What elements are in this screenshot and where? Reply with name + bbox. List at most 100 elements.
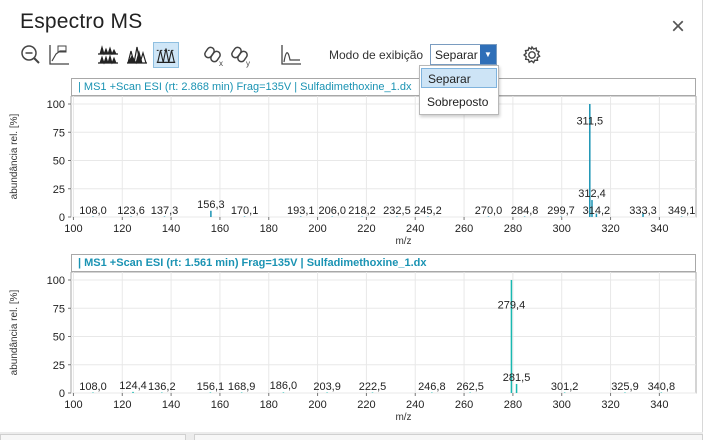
x-tick-label: 180 <box>260 223 278 235</box>
zoom-out-button[interactable] <box>18 42 44 68</box>
x-tick-label: 280 <box>504 223 522 235</box>
y-tick-label: 25 <box>53 184 65 196</box>
spectrum-2-title: | MS1 +Scan ESI (rt: 1.561 min) Frag=135… <box>71 254 696 272</box>
x-tick-label: 320 <box>601 223 619 235</box>
peak-label: 301,2 <box>551 381 579 393</box>
y-tick-label: 100 <box>47 275 65 287</box>
bottom-panel-left <box>0 434 186 440</box>
peak-label: 349,1 <box>668 205 696 217</box>
chevron-down-icon: ▼ <box>480 45 496 64</box>
x-tick-label: 180 <box>260 399 278 411</box>
x-tick-label: 160 <box>211 399 229 411</box>
y-tick-label: 50 <box>53 156 65 168</box>
x-tick-label: 140 <box>162 399 180 411</box>
normalized-view-button[interactable] <box>153 42 179 68</box>
peak-label: 170,1 <box>231 205 259 217</box>
y-tick-label: 25 <box>53 360 65 372</box>
peak-label: 270,0 <box>475 205 503 217</box>
peak-label: 246,8 <box>418 381 446 393</box>
y-tick-label: 75 <box>53 127 65 139</box>
link-x-icon: x <box>204 46 223 68</box>
peak-label: 156,1 <box>197 381 225 393</box>
zoom-out-icon <box>21 45 40 64</box>
x-tick-label: 340 <box>650 223 668 235</box>
spectrum-1-chart[interactable]: 0255075100100 120 140 160 180 200 220 240 260 280… <box>0 96 703 248</box>
peak-label: 203,9 <box>313 381 341 393</box>
normalized-peaks-icon <box>156 48 176 63</box>
option-sobreposto[interactable]: Sobreposto <box>421 92 497 112</box>
x-tick-label: 160 <box>211 223 229 235</box>
overlay-peaks-icon <box>127 46 147 65</box>
baseline-icon <box>281 45 301 65</box>
settings-button[interactable] <box>519 42 545 68</box>
peak-label: 108,0 <box>79 381 107 393</box>
x-tick-label: 320 <box>601 399 619 411</box>
spectrum-peak <box>515 383 518 393</box>
spectrum-2-chart[interactable]: 0255075100100 120 140 160 180 200 220 240 260 280… <box>0 272 703 425</box>
x-tick-label: 280 <box>504 399 522 411</box>
peak-label: 279,4 <box>498 300 526 312</box>
spectrum-1-title: | MS1 +Scan ESI (rt: 2.868 min) Frag=135… <box>71 78 696 96</box>
window-title: Espectro MS <box>20 10 143 33</box>
close-button[interactable]: × <box>665 14 691 40</box>
y-axis-label: abundância rel. [%] <box>9 113 20 199</box>
x-tick-label: 240 <box>406 399 424 411</box>
x-tick-label: 100 <box>64 399 82 411</box>
x-tick-label: 120 <box>113 223 131 235</box>
link-y-button[interactable]: y <box>229 42 255 68</box>
peak-label: 333,3 <box>629 205 657 217</box>
peak-label: 299,7 <box>547 205 575 217</box>
peak-label: 218,2 <box>348 205 376 217</box>
link-y-icon: y <box>231 46 250 68</box>
peak-label: 262,5 <box>456 381 484 393</box>
x-tick-label: 300 <box>553 223 571 235</box>
spectrum-peak <box>210 210 212 217</box>
overlay-view-button[interactable] <box>124 42 150 68</box>
x-tick-label: 220 <box>357 399 375 411</box>
x-tick-label: 260 <box>455 399 473 411</box>
peak-label: 314,2 <box>583 205 611 217</box>
peak-label: 232,5 <box>383 205 411 217</box>
spectrum-peak <box>132 391 134 393</box>
display-mode-value: Separar <box>435 48 478 62</box>
x-tick-label: 200 <box>308 399 326 411</box>
peak-label: 136,2 <box>148 381 176 393</box>
x-axis-label: m/z <box>395 236 411 247</box>
x-tick-label: 240 <box>406 223 424 235</box>
peak-label: 206,0 <box>318 205 346 217</box>
peak-label: 284,8 <box>511 205 539 217</box>
spectrum-peak <box>282 392 285 393</box>
stacked-view-button[interactable] <box>95 42 121 68</box>
peak-label: 108,0 <box>79 205 107 217</box>
peak-label: 245,2 <box>414 205 442 217</box>
axis-view-button[interactable] <box>46 42 72 68</box>
bottom-panel-right <box>194 434 703 440</box>
display-mode-select[interactable]: Separar ▼ <box>430 44 497 65</box>
x-tick-label: 140 <box>162 223 180 235</box>
peak-label: 193,1 <box>287 205 315 217</box>
x-tick-label: 260 <box>455 223 473 235</box>
baseline-button[interactable] <box>278 42 304 68</box>
plot-frame <box>70 272 697 394</box>
x-tick-label: 340 <box>650 399 668 411</box>
svg-text:x: x <box>219 59 223 68</box>
peak-label: 281,5 <box>503 372 531 384</box>
y-axis-label: abundância rel. [%] <box>9 289 20 375</box>
axis-icon <box>49 45 69 65</box>
y-tick-label: 75 <box>53 303 65 315</box>
x-tick-label: 100 <box>64 223 82 235</box>
peak-label: 123,6 <box>117 205 145 217</box>
peak-label: 325,9 <box>611 381 639 393</box>
option-separar[interactable]: Separar <box>421 68 497 88</box>
x-tick-label: 200 <box>308 223 326 235</box>
peak-label: 312,4 <box>578 188 606 200</box>
x-axis-label: m/z <box>395 412 411 423</box>
peak-label: 156,3 <box>197 199 225 211</box>
display-mode-label: Modo de exibição <box>329 48 424 62</box>
peak-label: 124,4 <box>119 380 147 392</box>
link-x-button[interactable]: x <box>202 42 228 68</box>
settings-icon <box>523 45 541 64</box>
peak-label: 137,3 <box>151 205 179 217</box>
svg-text:y: y <box>246 59 250 68</box>
peak-label: 168,9 <box>228 381 256 393</box>
